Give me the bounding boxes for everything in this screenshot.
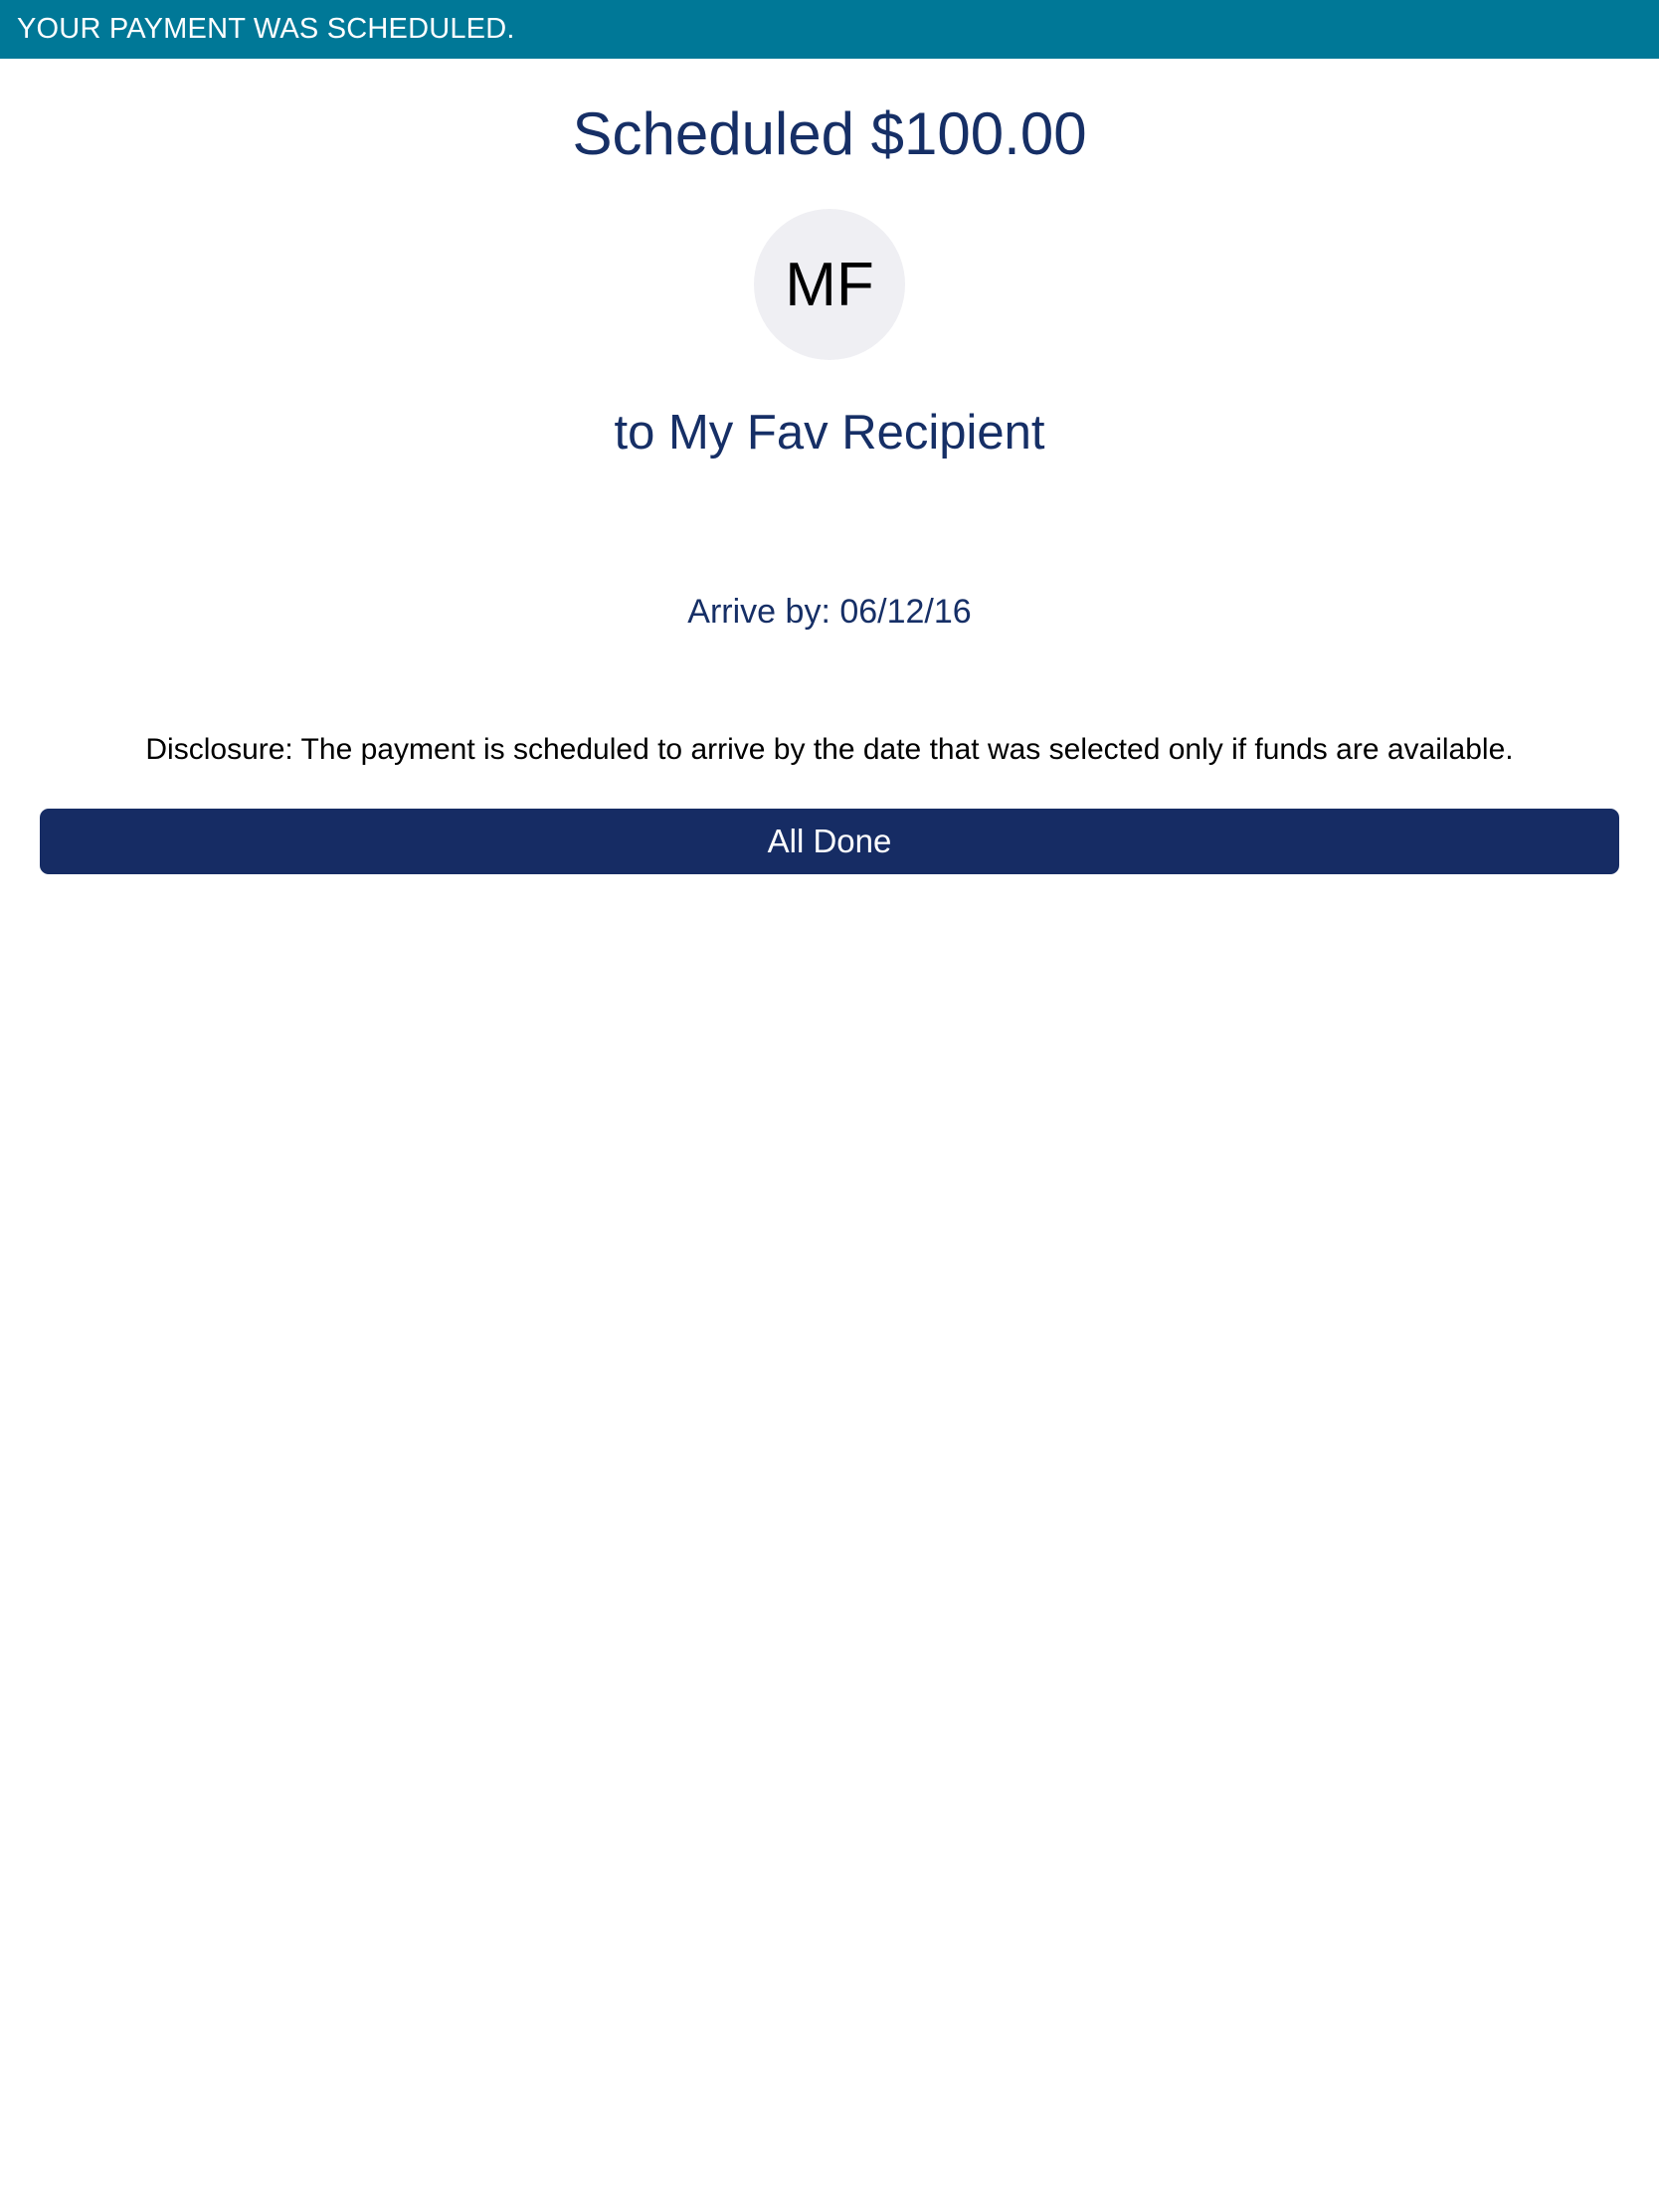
recipient-label: to My Fav Recipient xyxy=(614,406,1045,460)
status-banner: YOUR PAYMENT WAS SCHEDULED. xyxy=(0,0,1659,59)
all-done-button[interactable]: All Done xyxy=(40,809,1619,874)
avatar: MF xyxy=(754,209,905,360)
disclosure-text: Disclosure: The payment is scheduled to … xyxy=(145,733,1514,766)
page-title: Scheduled $100.00 xyxy=(572,100,1087,167)
avatar-initials: MF xyxy=(785,250,874,319)
arrive-by-date: Arrive by: 06/12/16 xyxy=(687,593,972,631)
